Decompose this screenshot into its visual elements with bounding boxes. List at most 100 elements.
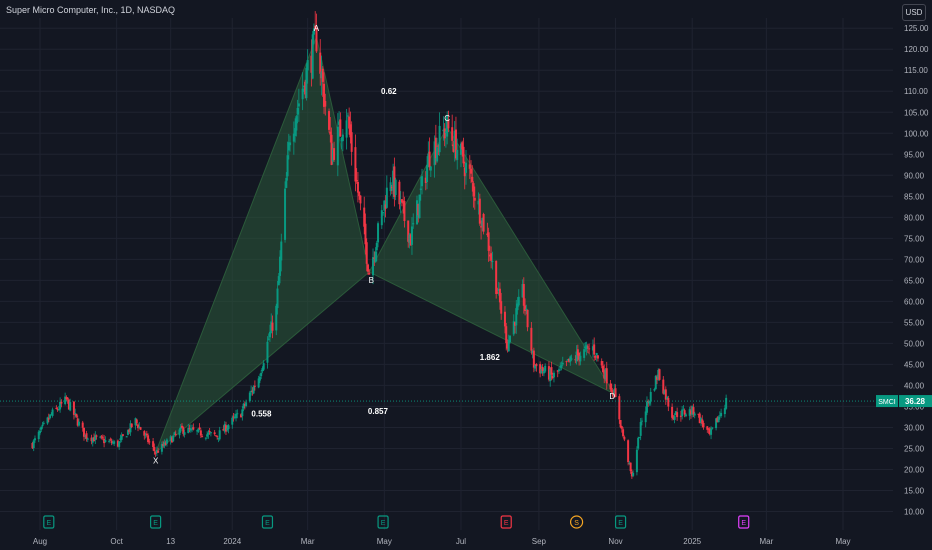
candle-body[interactable]	[148, 441, 151, 443]
candle-body[interactable]	[557, 369, 560, 372]
candle-body[interactable]	[605, 368, 608, 384]
candle-body[interactable]	[637, 437, 640, 449]
candle-body[interactable]	[561, 362, 564, 365]
candle-body[interactable]	[583, 349, 586, 358]
candle-body[interactable]	[635, 449, 638, 473]
candle-body[interactable]	[596, 355, 599, 359]
candle-body[interactable]	[638, 437, 641, 439]
candle-body[interactable]	[419, 188, 422, 191]
candle-body[interactable]	[333, 148, 336, 160]
candle-body[interactable]	[374, 251, 377, 263]
candle-body[interactable]	[595, 353, 598, 356]
candle-body[interactable]	[248, 392, 251, 402]
candle-body[interactable]	[109, 439, 112, 441]
candle-body[interactable]	[209, 432, 212, 434]
candle-body[interactable]	[385, 187, 388, 208]
candle-body[interactable]	[702, 422, 705, 428]
candle-body[interactable]	[478, 198, 481, 224]
candle-body[interactable]	[336, 126, 339, 166]
candle-body[interactable]	[280, 241, 283, 261]
candle-body[interactable]	[130, 423, 133, 428]
candle-body[interactable]	[183, 432, 186, 435]
candle-body[interactable]	[341, 134, 344, 142]
candle-body[interactable]	[683, 410, 686, 415]
candle-body[interactable]	[542, 371, 545, 374]
candle-body[interactable]	[495, 260, 498, 294]
candle-body[interactable]	[410, 226, 413, 245]
candle-body[interactable]	[720, 412, 723, 417]
candle-body[interactable]	[468, 164, 471, 169]
candle-body[interactable]	[306, 60, 309, 71]
candle-body[interactable]	[394, 179, 397, 196]
candle-body[interactable]	[253, 385, 256, 387]
candle-body[interactable]	[465, 162, 468, 173]
candle-body[interactable]	[725, 397, 728, 409]
candle-body[interactable]	[451, 127, 454, 141]
candle-body[interactable]	[199, 430, 202, 436]
candle-body[interactable]	[275, 305, 278, 331]
candle-body[interactable]	[421, 176, 424, 187]
candle-body[interactable]	[372, 257, 375, 276]
candle-body[interactable]	[165, 439, 168, 444]
candle-body[interactable]	[245, 402, 248, 406]
candle-body[interactable]	[145, 433, 148, 436]
candle-body[interactable]	[55, 407, 58, 409]
candle-body[interactable]	[121, 434, 124, 436]
candle-body[interactable]	[472, 183, 475, 197]
candle-body[interactable]	[436, 147, 439, 162]
candle-body[interactable]	[285, 177, 288, 188]
candle-body[interactable]	[118, 441, 121, 447]
candle-body[interactable]	[684, 414, 687, 417]
candle-body[interactable]	[632, 472, 635, 476]
candle-body[interactable]	[570, 358, 573, 360]
candle-body[interactable]	[644, 411, 647, 423]
candle-body[interactable]	[438, 125, 441, 153]
candle-body[interactable]	[550, 367, 553, 375]
candle-body[interactable]	[252, 386, 255, 394]
candle-body[interactable]	[224, 425, 227, 432]
candle-body[interactable]	[113, 441, 116, 444]
candle-body[interactable]	[235, 414, 238, 419]
candle-body[interactable]	[216, 436, 219, 438]
candle-body[interactable]	[125, 436, 128, 438]
candle-body[interactable]	[673, 416, 676, 420]
candle-body[interactable]	[262, 363, 265, 370]
candle-body[interactable]	[428, 151, 431, 168]
candle-body[interactable]	[456, 149, 459, 160]
candle-body[interactable]	[366, 264, 369, 272]
candle-body[interactable]	[39, 430, 41, 434]
candle-body[interactable]	[544, 365, 547, 372]
candle-body[interactable]	[710, 429, 713, 435]
candle-body[interactable]	[517, 296, 520, 306]
candle-body[interactable]	[286, 155, 289, 177]
chart-canvas[interactable]: 10.0015.0020.0025.0030.0035.0040.0045.00…	[0, 0, 932, 550]
candle-body[interactable]	[47, 418, 50, 420]
candle-body[interactable]	[470, 168, 473, 174]
candle-body[interactable]	[491, 261, 494, 263]
candle-body[interactable]	[618, 396, 621, 420]
candle-body[interactable]	[276, 288, 279, 309]
candle-body[interactable]	[503, 311, 506, 327]
candle-body[interactable]	[586, 346, 589, 348]
candle-body[interactable]	[174, 433, 177, 435]
candle-body[interactable]	[339, 119, 342, 137]
candle-body[interactable]	[305, 67, 308, 99]
candle-body[interactable]	[443, 128, 446, 139]
candle-body[interactable]	[345, 120, 348, 138]
candle-body[interactable]	[496, 292, 499, 294]
candle-body[interactable]	[152, 441, 155, 447]
candle-body[interactable]	[593, 344, 596, 355]
candle-body[interactable]	[375, 242, 378, 251]
candle-body[interactable]	[301, 88, 304, 100]
candle-body[interactable]	[368, 273, 371, 275]
candle-body[interactable]	[723, 408, 726, 415]
candle-body[interactable]	[198, 427, 201, 429]
candle-body[interactable]	[671, 406, 674, 418]
candle-body[interactable]	[480, 226, 483, 228]
candle-body[interactable]	[218, 430, 221, 440]
candle-body[interactable]	[266, 341, 269, 363]
candle-body[interactable]	[75, 413, 78, 417]
candle-body[interactable]	[100, 436, 103, 438]
candle-body[interactable]	[403, 201, 406, 222]
candle-body[interactable]	[231, 417, 234, 425]
